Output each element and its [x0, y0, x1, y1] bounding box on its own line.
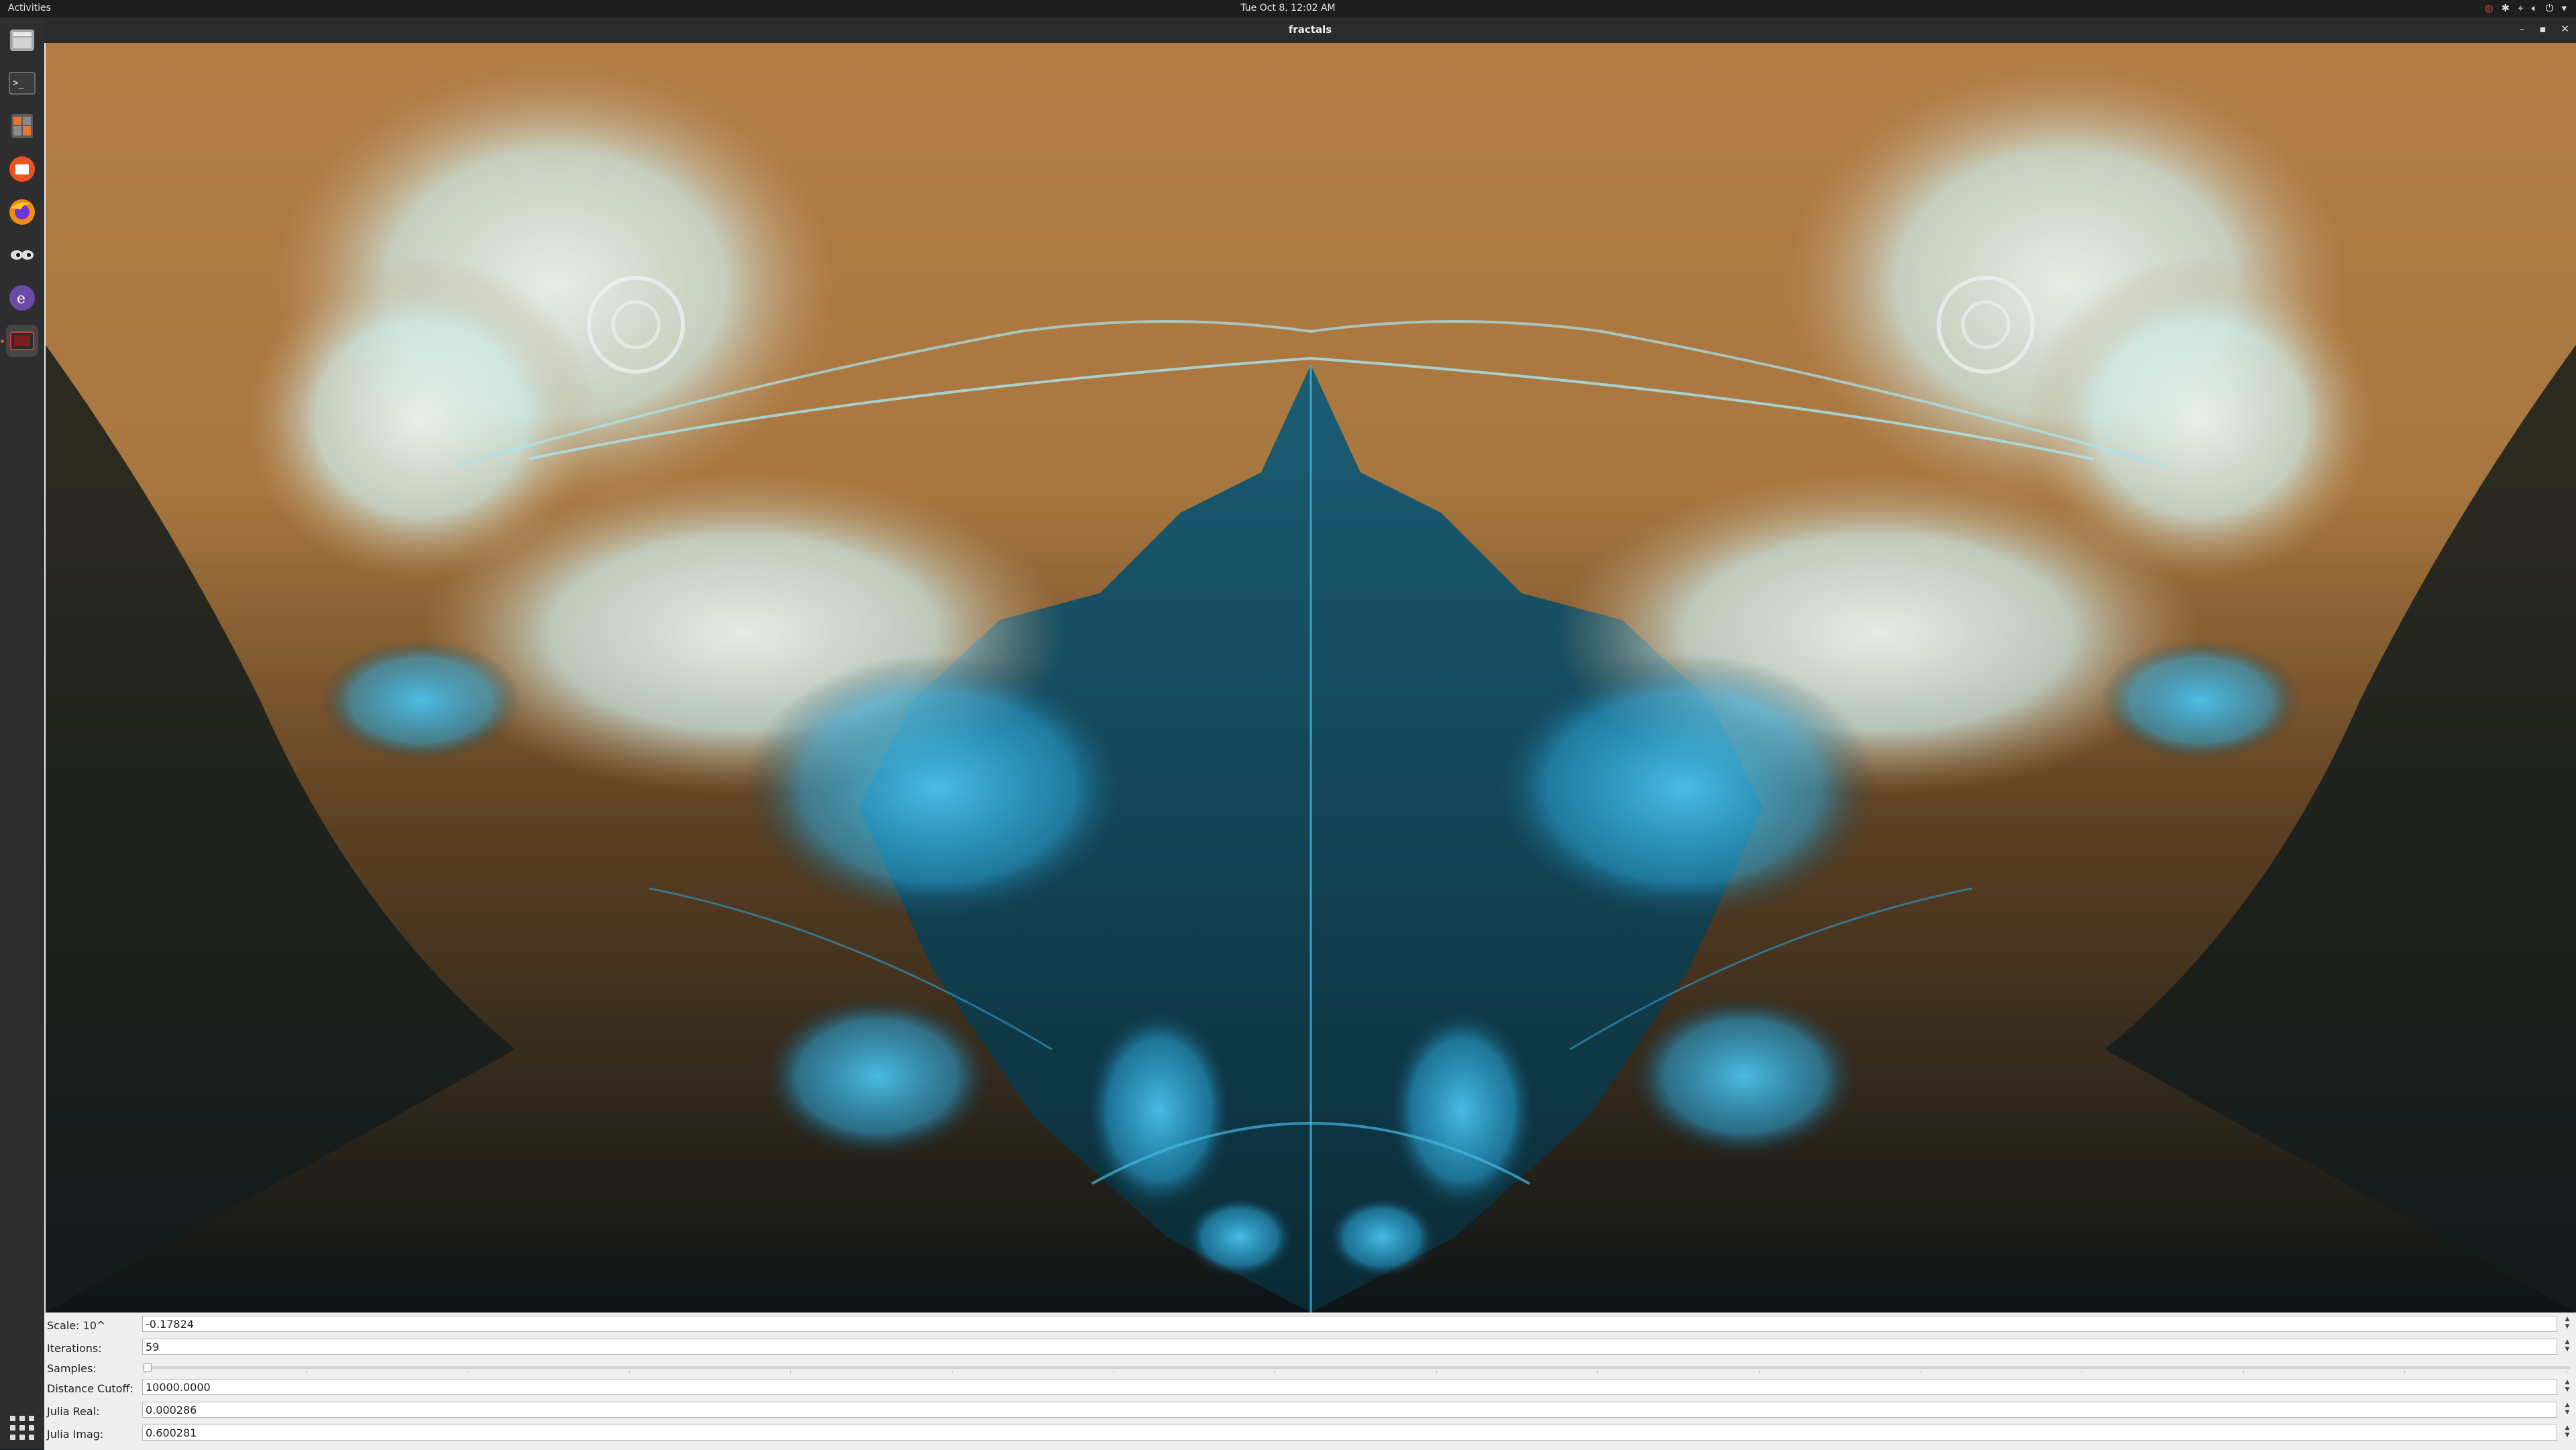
emacs-icon[interactable]: e: [6, 282, 38, 314]
fractals-window: fractals – ▪ ✕ Scale: 10^ -0.17824 ▲ ▼ I…: [44, 17, 2576, 1450]
julia-real-row: Julia Real: 0.000286 ▲ ▼: [44, 1400, 2576, 1420]
scale-spinner[interactable]: ▲ ▼: [2561, 1316, 2573, 1332]
window-titlebar[interactable]: fractals – ▪ ✕: [44, 17, 2576, 43]
volume-icon[interactable]: 🔈︎: [2532, 2, 2538, 14]
network-offline-icon[interactable]: ◍: [2484, 2, 2493, 14]
terminal-icon[interactable]: >_: [6, 67, 38, 99]
julia-imag-input[interactable]: 0.600281: [142, 1425, 2557, 1441]
samples-row: Samples:: [44, 1357, 2576, 1378]
maximize-button[interactable]: ▪: [2539, 23, 2546, 35]
iterations-spinner[interactable]: ▲ ▼: [2561, 1339, 2573, 1355]
iterations-input[interactable]: 59: [142, 1339, 2557, 1355]
app-grid-icon[interactable]: [10, 1416, 34, 1440]
scale-row: Scale: 10^ -0.17824 ▲ ▼: [44, 1314, 2576, 1335]
scale-input[interactable]: -0.17824: [142, 1316, 2557, 1332]
screenshot-icon[interactable]: [6, 325, 38, 357]
fractal-canvas[interactable]: [46, 43, 2576, 1312]
distance-cutoff-input[interactable]: 10000.0000: [142, 1379, 2557, 1395]
iterations-label: Iterations:: [47, 1342, 102, 1355]
window-title: fractals: [1288, 23, 1332, 36]
julia-imag-label: Julia Imag:: [47, 1428, 104, 1441]
distance-cutoff-spinner[interactable]: ▲ ▼: [2561, 1379, 2573, 1395]
iterations-row: Iterations: 59 ▲ ▼: [44, 1337, 2576, 1357]
power-icon[interactable]: ⏻: [2546, 2, 2554, 14]
svg-text:>_: >_: [13, 78, 24, 89]
samples-slider-ticks: [145, 1371, 2567, 1375]
svg-text:e: e: [17, 291, 25, 307]
top-bar: Activities Tue Oct 8, 12:02 AM ◍ ✱ ⌖ 🔈︎ …: [0, 0, 2576, 17]
julia-real-spinner[interactable]: ▲ ▼: [2561, 1402, 2573, 1418]
clock[interactable]: Tue Oct 8, 12:02 AM: [0, 3, 2576, 13]
xeyes-icon[interactable]: [6, 239, 38, 271]
julia-real-label: Julia Real:: [47, 1405, 100, 1418]
running-indicator: [1, 340, 4, 343]
chevron-down-icon[interactable]: ▾: [2561, 2, 2567, 14]
wired-network-icon[interactable]: ⌖: [2518, 2, 2523, 14]
dock: >_ e: [0, 17, 44, 1449]
firefox-icon[interactable]: [6, 196, 38, 228]
samples-label: Samples:: [47, 1362, 97, 1375]
julia-real-input[interactable]: 0.000286: [142, 1402, 2557, 1418]
julia-imag-spinner[interactable]: ▲ ▼: [2561, 1425, 2573, 1441]
distance-cutoff-label: Distance Cutoff:: [47, 1382, 133, 1395]
scale-label: Scale: 10^: [47, 1319, 106, 1332]
close-button[interactable]: ✕: [2561, 23, 2569, 35]
distance-cutoff-row: Distance Cutoff: 10000.0000 ▲ ▼: [44, 1378, 2576, 1398]
parameter-panel: Scale: 10^ -0.17824 ▲ ▼ Iterations: 59 ▲ ▼…: [44, 1312, 2576, 1450]
calculator-icon[interactable]: [6, 110, 38, 142]
julia-imag-row: Julia Imag: 0.600281 ▲ ▼: [44, 1423, 2576, 1443]
minimize-button[interactable]: –: [2520, 23, 2525, 35]
bluetooth-icon[interactable]: ✱: [2502, 2, 2510, 14]
ubuntu-software-icon[interactable]: [6, 153, 38, 185]
files-icon[interactable]: [6, 24, 38, 56]
samples-slider-track[interactable]: [142, 1366, 2571, 1369]
system-tray[interactable]: ◍ ✱ ⌖ 🔈︎ ⏻ ▾: [2484, 2, 2567, 14]
